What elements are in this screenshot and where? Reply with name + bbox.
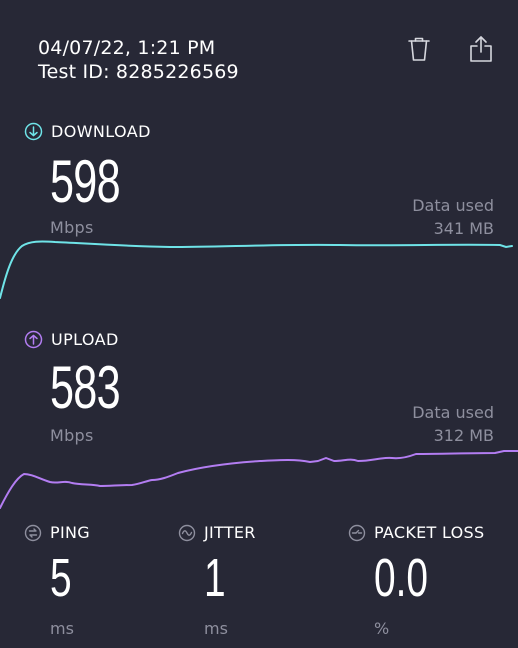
packet-loss-unit: % xyxy=(374,619,390,638)
test-info: 04/07/22, 1:21 PM Test ID: 8285226569 xyxy=(38,36,239,84)
packet-loss-label: PACKET LOSS xyxy=(348,523,484,542)
ping-unit: ms xyxy=(50,619,74,638)
upload-speed: 583 xyxy=(50,354,121,421)
arrow-down-circle-icon xyxy=(24,122,43,141)
arrow-up-circle-icon xyxy=(24,330,43,349)
jitter-value: 1 xyxy=(204,548,226,608)
trash-icon xyxy=(408,37,430,61)
ping-label: PING xyxy=(24,523,90,542)
upload-data-used-label: Data used xyxy=(412,403,494,422)
packet-loss-icon xyxy=(348,524,366,541)
download-graph xyxy=(0,240,513,299)
packet-loss-value: 0.0 xyxy=(374,548,429,608)
jitter-unit: ms xyxy=(204,619,228,638)
download-data-used-label: Data used xyxy=(412,196,494,215)
upload-label: UPLOAD xyxy=(24,330,119,349)
download-speed: 598 xyxy=(50,148,121,215)
ping-label-text: PING xyxy=(50,523,90,542)
jitter-label-text: JITTER xyxy=(204,523,256,542)
download-label: DOWNLOAD xyxy=(24,122,151,141)
delete-button[interactable] xyxy=(404,34,434,64)
share-button[interactable] xyxy=(466,34,496,64)
download-label-text: DOWNLOAD xyxy=(51,122,151,141)
ping-value: 5 xyxy=(50,548,72,608)
jitter-icon xyxy=(178,524,196,541)
upload-graph xyxy=(0,450,518,509)
share-icon xyxy=(470,36,492,62)
ping-icon xyxy=(24,524,42,541)
upload-line xyxy=(0,450,518,509)
test-datetime: 04/07/22, 1:21 PM xyxy=(38,37,216,59)
jitter-label: JITTER xyxy=(178,523,256,542)
packet-loss-label-text: PACKET LOSS xyxy=(374,523,485,542)
download-line xyxy=(0,240,513,299)
upload-label-text: UPLOAD xyxy=(51,330,119,349)
test-id: Test ID: 8285226569 xyxy=(38,61,239,83)
